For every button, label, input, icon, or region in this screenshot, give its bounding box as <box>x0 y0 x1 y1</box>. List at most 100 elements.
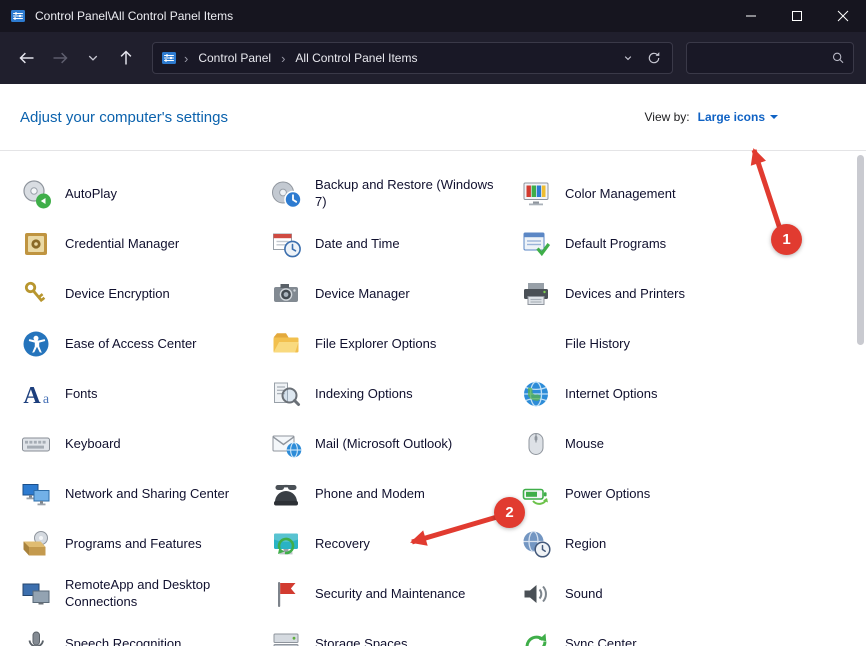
default-programs-icon <box>520 228 552 260</box>
address-dropdown-icon[interactable] <box>619 49 637 67</box>
fonts-icon: Aa <box>20 378 52 410</box>
item-indexing-options[interactable]: Indexing Options <box>270 369 520 419</box>
color-management-icon <box>520 178 552 210</box>
storage-spaces-icon <box>270 628 302 646</box>
item-label: Storage Spaces <box>315 636 408 646</box>
item-color-management[interactable]: Color Management <box>520 169 770 219</box>
item-backup-restore[interactable]: Backup and Restore (Windows 7) <box>270 169 520 219</box>
window-title: Control Panel\All Control Panel Items <box>35 9 233 23</box>
header-row: Adjust your computer's settings View by:… <box>0 84 866 151</box>
item-storage-spaces[interactable]: Storage Spaces <box>270 619 520 646</box>
item-security-maintenance[interactable]: Security and Maintenance <box>270 569 520 619</box>
item-label: File Explorer Options <box>315 336 436 353</box>
indexing-options-icon <box>270 378 302 410</box>
item-sync-center[interactable]: Sync Center <box>520 619 770 646</box>
breadcrumb-separator-icon: › <box>184 51 188 66</box>
mouse-icon <box>520 428 552 460</box>
breadcrumb-all-items[interactable]: All Control Panel Items <box>292 49 420 67</box>
item-label: Sound <box>565 586 603 603</box>
item-phone-modem[interactable]: Phone and Modem <box>270 469 520 519</box>
page-title: Adjust your computer's settings <box>20 109 228 126</box>
item-label: Speech Recognition <box>65 636 181 646</box>
maximize-button[interactable] <box>774 0 820 32</box>
item-speech-recognition[interactable]: Speech Recognition <box>20 619 270 646</box>
internet-options-icon <box>520 378 552 410</box>
item-label: Color Management <box>565 186 676 203</box>
scrollbar-thumb[interactable] <box>857 155 864 345</box>
file-history-icon <box>520 328 552 360</box>
item-programs-features[interactable]: Programs and Features <box>20 519 270 569</box>
item-label: Recovery <box>315 536 370 553</box>
item-label: Devices and Printers <box>565 286 685 303</box>
item-label: Internet Options <box>565 386 658 403</box>
backup-restore-icon <box>270 178 302 210</box>
item-label: Power Options <box>565 486 650 503</box>
item-region[interactable]: Region <box>520 519 770 569</box>
item-label: Backup and Restore (Windows 7) <box>315 177 500 211</box>
item-remoteapp[interactable]: RemoteApp and Desktop Connections <box>20 569 270 619</box>
item-label: File History <box>565 336 630 353</box>
item-mouse[interactable]: Mouse <box>520 419 770 469</box>
svg-text:a: a <box>43 392 50 407</box>
sync-center-icon <box>520 628 552 646</box>
item-internet-options[interactable]: Internet Options <box>520 369 770 419</box>
minimize-button[interactable] <box>728 0 774 32</box>
item-devices-printers[interactable]: Devices and Printers <box>520 269 770 319</box>
breadcrumb-control-panel[interactable]: Control Panel <box>195 49 274 67</box>
item-sound[interactable]: Sound <box>520 569 770 619</box>
keyboard-icon <box>20 428 52 460</box>
refresh-button[interactable] <box>644 48 664 68</box>
recent-locations-button[interactable] <box>78 43 108 73</box>
window-controls <box>728 0 866 32</box>
item-power-options[interactable]: Power Options <box>520 469 770 519</box>
item-date-time[interactable]: Date and Time <box>270 219 520 269</box>
item-label: Region <box>565 536 606 553</box>
forward-button[interactable] <box>45 43 75 73</box>
item-label: Network and Sharing Center <box>65 486 229 503</box>
item-network-sharing[interactable]: Network and Sharing Center <box>20 469 270 519</box>
power-options-icon <box>520 478 552 510</box>
search-input[interactable] <box>697 51 829 65</box>
up-button[interactable] <box>111 43 141 73</box>
sound-icon <box>520 578 552 610</box>
item-label: Date and Time <box>315 236 400 253</box>
item-label: Programs and Features <box>65 536 202 553</box>
annotation-badge-2: 2 <box>494 497 525 528</box>
item-ease-of-access[interactable]: Ease of Access Center <box>20 319 270 369</box>
control-panel-icon-small <box>161 50 177 66</box>
item-fonts[interactable]: Aa Fonts <box>20 369 270 419</box>
content-area: Adjust your computer's settings View by:… <box>0 84 866 646</box>
device-encryption-icon <box>20 278 52 310</box>
item-label: RemoteApp and Desktop Connections <box>65 577 250 611</box>
control-panel-grid: AutoPlay Credential Manager Device Encry… <box>0 169 866 646</box>
item-label: Ease of Access Center <box>65 336 197 353</box>
network-sharing-icon <box>20 478 52 510</box>
region-icon <box>520 528 552 560</box>
search-icon <box>829 49 847 67</box>
search-box[interactable] <box>686 42 854 74</box>
item-label: Security and Maintenance <box>315 586 465 603</box>
item-label: Device Encryption <box>65 286 170 303</box>
phone-modem-icon <box>270 478 302 510</box>
back-button[interactable] <box>12 43 42 73</box>
item-file-explorer-options[interactable]: File Explorer Options <box>270 319 520 369</box>
item-label: Keyboard <box>65 436 121 453</box>
close-button[interactable] <box>820 0 866 32</box>
item-device-manager[interactable]: Device Manager <box>270 269 520 319</box>
item-credential-manager[interactable]: Credential Manager <box>20 219 270 269</box>
breadcrumb-separator-icon: › <box>281 51 285 66</box>
address-bar[interactable]: › Control Panel › All Control Panel Item… <box>152 42 673 74</box>
item-keyboard[interactable]: Keyboard <box>20 419 270 469</box>
file-explorer-options-icon <box>270 328 302 360</box>
svg-text:A: A <box>23 383 41 409</box>
item-mail[interactable]: Mail (Microsoft Outlook) <box>270 419 520 469</box>
item-autoplay[interactable]: AutoPlay <box>20 169 270 219</box>
item-recovery[interactable]: Recovery <box>270 519 520 569</box>
view-by-dropdown[interactable]: Large icons <box>698 110 778 124</box>
item-device-encryption[interactable]: Device Encryption <box>20 269 270 319</box>
item-default-programs[interactable]: Default Programs <box>520 219 770 269</box>
remoteapp-icon <box>20 578 52 610</box>
control-panel-icon <box>10 8 26 24</box>
item-file-history[interactable]: File History <box>520 319 770 369</box>
view-by-value: Large icons <box>698 110 765 124</box>
